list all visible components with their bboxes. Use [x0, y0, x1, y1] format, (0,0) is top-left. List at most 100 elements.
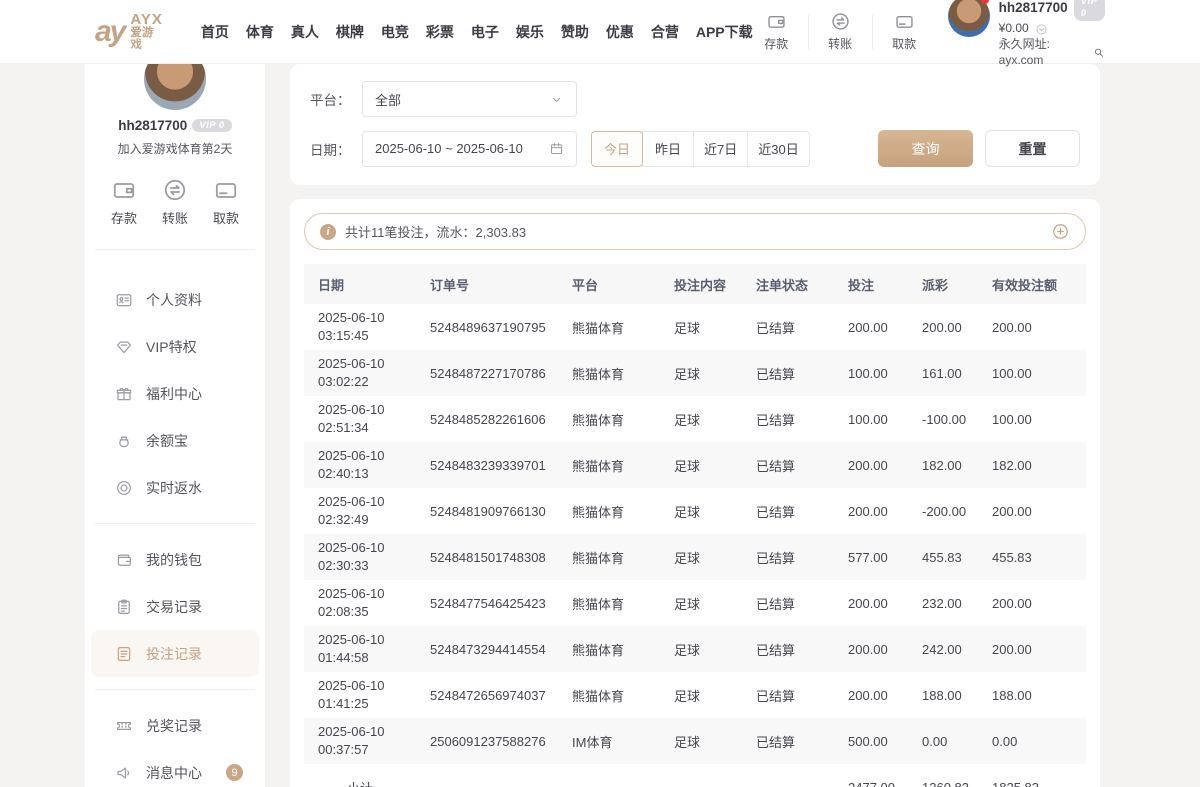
column-header: 平台 [558, 275, 660, 294]
card-icon [213, 177, 239, 203]
quick-action-withdraw[interactable]: 取款 [213, 177, 239, 227]
nav-item[interactable]: APP下载 [696, 22, 753, 42]
date-range-input[interactable]: 2025-06-10 ~ 2025-06-10 [362, 131, 577, 167]
info-icon: i [320, 224, 336, 240]
column-header: 订单号 [416, 275, 558, 294]
nav-item[interactable]: 电竞 [381, 22, 409, 42]
search-button[interactable]: 查询 [878, 130, 973, 167]
cell-payout: 188.00 [908, 688, 978, 703]
wallet-icon [111, 177, 137, 203]
balance-chevron-icon[interactable] [1035, 23, 1048, 36]
avatar[interactable] [948, 0, 990, 37]
wallet2-icon [115, 551, 133, 569]
main-nav: 首页体育真人棋牌电竞彩票电子娱乐赞助优惠合营 APP下载 [201, 22, 753, 42]
sidebar-item-label: 实时返水 [146, 478, 202, 498]
divider [95, 689, 255, 690]
sidebar-vip-badge: VIP 0 [192, 119, 231, 132]
quick-action-label: 转账 [162, 208, 188, 227]
nav-item[interactable]: 彩票 [426, 22, 454, 42]
column-header: 日期 [304, 275, 416, 294]
user-block: hh2817700 VIP 0 ¥0.00 永久网址: ayx.com [948, 0, 1105, 68]
sidebar-item-rebate[interactable]: 实时返水 [91, 464, 259, 511]
sidebar-item-label: 消息中心 [146, 763, 202, 783]
range-button-近7日[interactable]: 近7日 [693, 131, 748, 167]
header-action-withdraw[interactable]: 取款 [881, 11, 928, 52]
table-row: 2025-06-1000:37:572506091237588276IM体育足球… [304, 718, 1086, 764]
sidebar-item-label: VIP特权 [146, 337, 197, 357]
cell-bet-amount: 100.00 [834, 366, 908, 381]
sidebar: hh2817700 VIP 0 加入爱游戏体育第2天 存款转账取款 个人资料VI… [85, 64, 265, 787]
quick-action-label: 取款 [213, 208, 239, 227]
summary-bar: i 共计11笔投注，流水：2,303.83 [304, 213, 1086, 250]
header-action-transfer[interactable]: 转账 [817, 11, 864, 52]
header-action-deposit[interactable]: 存款 [753, 11, 800, 52]
sidebar-item-profile[interactable]: 个人资料 [91, 276, 259, 323]
cell-valid-amount: 182.00 [978, 458, 1086, 473]
cell-valid-amount: 200.00 [978, 320, 1086, 335]
cell-platform: 熊猫体育 [558, 548, 660, 567]
cell-payout: -200.00 [908, 504, 978, 519]
sidebar-item-bet-records[interactable]: 投注记录 [91, 630, 259, 677]
cell-bet-amount: 577.00 [834, 550, 908, 565]
sidebar-item-vip[interactable]: VIP特权 [91, 323, 259, 370]
profile-icon [115, 291, 133, 309]
reset-button[interactable]: 重置 [985, 130, 1080, 167]
header-action-label: 转账 [828, 35, 852, 52]
nav-item[interactable]: 体育 [246, 22, 274, 42]
sidebar-item-transactions[interactable]: 交易记录 [91, 583, 259, 630]
range-button-昨日[interactable]: 昨日 [642, 131, 694, 167]
sidebar-item-label: 投注记录 [146, 644, 202, 664]
sidebar-item-label: 余额宝 [146, 431, 188, 451]
cell-payout: 455.83 [908, 550, 978, 565]
cell-bet-amount: 200.00 [834, 320, 908, 335]
cell-date: 2025-06-1002:32:49 [304, 493, 416, 528]
quick-range-group: 今日昨日近7日近30日 [591, 131, 810, 167]
search-icon[interactable] [1093, 46, 1105, 59]
message-icon [115, 764, 133, 782]
cell-date: 2025-06-1002:51:34 [304, 401, 416, 436]
nav-item[interactable]: 合营 [651, 22, 679, 42]
brand-logo[interactable]: ay AYX 爱游戏 [95, 12, 163, 52]
cell-status: 已结算 [742, 318, 834, 337]
cell-bet-content: 足球 [660, 686, 742, 705]
sidebar-item-yuebao[interactable]: 余额宝 [91, 417, 259, 464]
prize-icon [115, 717, 133, 735]
plus-circle-icon[interactable] [1051, 222, 1070, 241]
nav-item[interactable]: 电子 [471, 22, 499, 42]
sidebar-item-welfare[interactable]: 福利中心 [91, 370, 259, 417]
filter-panel: 平台： 全部 日期： 2025-06-10 ~ 2025-06-10 今日昨日近… [290, 64, 1100, 185]
cell-platform: 熊猫体育 [558, 686, 660, 705]
nav-item[interactable]: 首页 [201, 22, 229, 42]
chevron-down-icon [549, 92, 564, 107]
cell-bet-amount: 200.00 [834, 688, 908, 703]
logo-mark-icon: ay [95, 17, 124, 47]
sidebar-item-prize-records[interactable]: 兑奖记录 [91, 702, 259, 749]
cell-order-number: 5248487227170786 [416, 366, 558, 381]
nav-item[interactable]: 真人 [291, 22, 319, 42]
range-button-今日[interactable]: 今日 [591, 131, 643, 167]
nav-item[interactable]: 娱乐 [516, 22, 544, 42]
range-button-近30日[interactable]: 近30日 [747, 131, 809, 167]
sidebar-item-wallet[interactable]: 我的钱包 [91, 536, 259, 583]
table-row: 2025-06-1002:40:135248483239339701熊猫体育足球… [304, 442, 1086, 488]
cell-valid-amount: 188.00 [978, 688, 1086, 703]
sidebar-item-message-center[interactable]: 消息中心 9 [91, 749, 259, 787]
cell-order-number: 5248481501748308 [416, 550, 558, 565]
cell-order-number: 5248483239339701 [416, 458, 558, 473]
quick-action-transfer[interactable]: 转账 [162, 177, 188, 227]
platform-select[interactable]: 全部 [362, 81, 577, 117]
calendar-icon [549, 141, 564, 156]
nav-item[interactable]: 棋牌 [336, 22, 364, 42]
cell-status: 已结算 [742, 686, 834, 705]
cell-bet-content: 足球 [660, 318, 742, 337]
unread-badge: 9 [226, 764, 243, 781]
cell-bet-content: 足球 [660, 364, 742, 383]
nav-item[interactable]: 优惠 [606, 22, 634, 42]
cell-bet-content: 足球 [660, 410, 742, 429]
subtotal-content: —— [660, 780, 742, 787]
table-row: 2025-06-1001:41:255248472656974037熊猫体育足球… [304, 672, 1086, 718]
cell-order-number: 5248489637190795 [416, 320, 558, 335]
quick-action-deposit[interactable]: 存款 [111, 177, 137, 227]
nav-item[interactable]: 赞助 [561, 22, 589, 42]
date-label: 日期： [310, 139, 362, 159]
